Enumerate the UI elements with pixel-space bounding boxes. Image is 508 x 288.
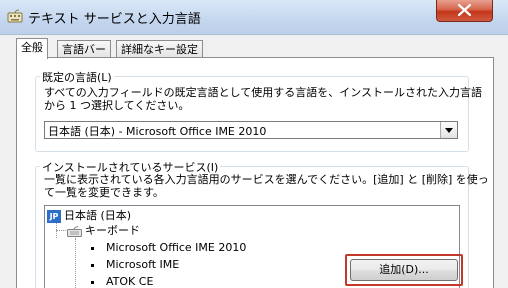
default-language-select[interactable]: 日本語 (日本) - Microsoft Office IME 2010 — [44, 121, 458, 139]
bullet-icon — [91, 280, 94, 284]
dropdown-button[interactable] — [440, 122, 457, 138]
default-language-description-line1: すべての入力フィールドの既定言語として使用する言語を、インストールされた入力言語 — [44, 86, 483, 99]
default-language-selected-value: 日本語 (日本) - Microsoft Office IME 2010 — [48, 125, 267, 138]
tree-item-service[interactable]: Microsoft Office IME 2010 — [91, 241, 246, 255]
window-title: テキスト サービスと入力言語 — [28, 12, 201, 27]
service-label: ATOK CE — [106, 275, 154, 288]
tree-item-service[interactable]: Microsoft IME — [91, 258, 179, 272]
add-button[interactable]: 追加(D)... — [350, 259, 458, 281]
chevron-down-icon — [445, 128, 453, 133]
tree-connector — [75, 238, 76, 288]
tab-language-bar[interactable]: 言語バー — [57, 40, 111, 58]
service-label: Microsoft Office IME 2010 — [106, 241, 247, 254]
close-button[interactable] — [436, 0, 493, 22]
tab-language-bar-label: 言語バー — [62, 43, 106, 56]
language-badge: JP — [47, 209, 61, 223]
text-services-dialog: テキスト サービスと入力言語 全般 言語バー 詳細なキー設定 既定の言語(L) … — [0, 0, 508, 288]
tab-advanced-key-settings[interactable]: 詳細なキー設定 — [116, 40, 203, 58]
tree-item-language[interactable]: JP 日本語 (日本) — [47, 209, 131, 223]
bullet-icon — [91, 263, 94, 267]
tree-item-keyboard-label: キーボード — [85, 224, 140, 237]
close-icon — [458, 4, 471, 16]
keyboard-app-icon — [7, 9, 23, 23]
service-label: Microsoft IME — [106, 258, 180, 271]
bullet-icon — [91, 246, 94, 250]
installed-services-description-line2: て一覧を変更できます。 — [44, 186, 164, 199]
installed-services-description-line1: 一覧に表示されている各入力言語用のサービスを選んでください。[追加] と [削除… — [44, 173, 489, 186]
title-bar: テキスト サービスと入力言語 — [0, 0, 508, 35]
tree-item-service[interactable]: ATOK CE — [91, 275, 153, 288]
tab-general[interactable]: 全般 — [16, 38, 48, 59]
tree-item-keyboard[interactable]: キーボード — [67, 224, 140, 238]
keyboard-icon — [67, 225, 82, 237]
tab-general-label: 全般 — [21, 41, 43, 54]
default-language-description-line2: から 1 つ選択してください。 — [44, 99, 190, 112]
default-language-title: 既定の言語(L) — [40, 69, 114, 85]
tab-advanced-key-settings-label: 詳細なキー設定 — [121, 43, 198, 56]
tree-connector — [56, 230, 66, 231]
tree-item-language-label: 日本語 (日本) — [64, 209, 132, 222]
